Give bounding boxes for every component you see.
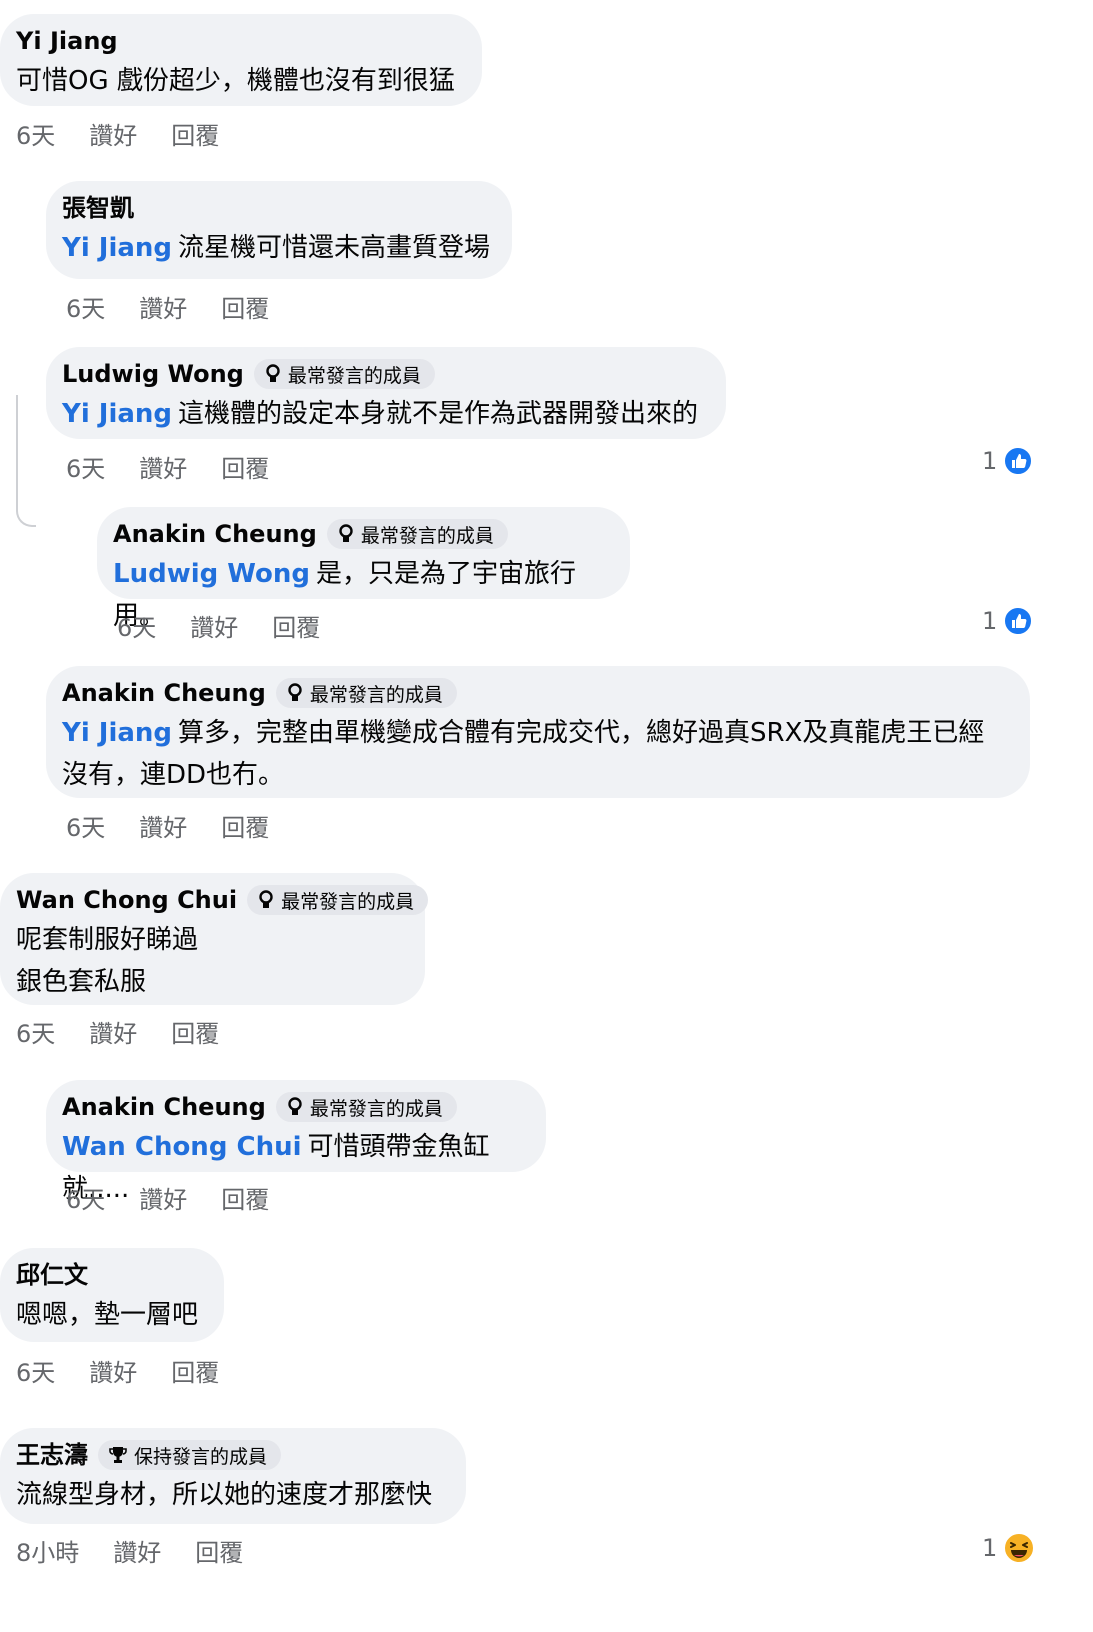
reaction-count: 1	[982, 1534, 998, 1562]
like-button[interactable]: 讚好	[113, 1533, 161, 1573]
comment-author[interactable]: Anakin Cheung	[62, 676, 266, 710]
comment-time[interactable]: 6天	[16, 1014, 55, 1054]
like-button[interactable]: 讚好	[139, 1180, 187, 1220]
comment-actions: 6天 讚好 回覆	[16, 1353, 253, 1393]
thread-connector	[16, 395, 36, 527]
badge-icon	[288, 1097, 302, 1115]
comment-author[interactable]: Yi Jiang	[16, 24, 118, 58]
comment-actions: 6天 讚好 回覆	[16, 1014, 253, 1054]
member-badge[interactable]: 最常發言的成員	[275, 1092, 457, 1122]
comment-text: Yi Jiang 算多，完整由單機變成合體有完成交代，總好過真SRX及真龍虎王已經…	[62, 718, 985, 790]
badge-icon	[259, 890, 273, 908]
comment-author[interactable]: 邱仁文	[16, 1258, 88, 1292]
like-icon	[1003, 446, 1034, 476]
comment-author[interactable]: 王志濤	[16, 1438, 88, 1472]
reply-button[interactable]: 回覆	[171, 1353, 219, 1393]
member-badge[interactable]: 最常發言的成員	[275, 678, 457, 708]
mention-link[interactable]: Yi Jiang	[62, 718, 172, 748]
reply-button[interactable]: 回覆	[221, 449, 269, 489]
trophy-icon	[109, 1447, 127, 1463]
comment-actions: 6天 讚好 回覆	[117, 608, 354, 648]
reply-button[interactable]: 回覆	[272, 608, 320, 648]
badge-icon	[288, 683, 302, 701]
comment-time[interactable]: 6天	[66, 808, 105, 848]
haha-icon	[1003, 1532, 1036, 1564]
comment-time[interactable]: 6天	[16, 1353, 55, 1393]
badge-icon	[266, 364, 280, 382]
member-badge[interactable]: 保持發言的成員	[98, 1440, 282, 1470]
comment-text: 嗯嗯，墊一層吧	[16, 1300, 199, 1330]
comment-bubble: 邱仁文 嗯嗯，墊一層吧	[0, 1248, 224, 1342]
comment-author[interactable]: Anakin Cheung	[62, 1090, 266, 1124]
comment-bubble: 王志濤 保持發言的成員 流線型身材，所以她的速度才那麼快	[0, 1428, 466, 1524]
like-icon	[1003, 606, 1034, 636]
comment-author[interactable]: Anakin Cheung	[113, 517, 317, 551]
mention-link[interactable]: Wan Chong Chui	[62, 1132, 302, 1162]
reaction-summary[interactable]: 1	[982, 606, 1034, 636]
reaction-count: 1	[982, 447, 998, 475]
reaction-summary[interactable]: 1	[982, 446, 1034, 476]
like-button[interactable]: 讚好	[190, 608, 238, 648]
comment-time[interactable]: 6天	[16, 116, 55, 156]
reply-button[interactable]: 回覆	[221, 808, 269, 848]
comment-actions: 6天 讚好 回覆	[66, 808, 303, 848]
comment-actions: 6天 讚好 回覆	[16, 116, 253, 156]
comment-actions: 6天 讚好 回覆	[66, 289, 303, 329]
comment-actions: 6天 讚好 回覆	[66, 449, 303, 489]
reply-bubble: Anakin Cheung 最常發言的成員 Wan Chong Chui 可惜頭帶…	[46, 1080, 546, 1204]
reply-bubble: 張智凱 Yi Jiang 流星機可惜還未高畫質登場	[46, 181, 512, 279]
comment-text: Yi Jiang 這機體的設定本身就不是作為武器開發出來的	[62, 399, 699, 429]
like-button[interactable]: 讚好	[89, 116, 137, 156]
comment-bubble: Wan Chong Chui 最常發言的成員 呢套制服好睇過 銀色套私服	[0, 873, 429, 1005]
reply-button[interactable]: 回覆	[171, 1014, 219, 1054]
reply-button[interactable]: 回覆	[171, 116, 219, 156]
reaction-summary[interactable]: 1	[982, 1532, 1036, 1564]
mention-link[interactable]: Ludwig Wong	[113, 559, 310, 589]
comment-time[interactable]: 6天	[66, 1180, 105, 1220]
mention-link[interactable]: Yi Jiang	[62, 233, 172, 263]
mention-link[interactable]: Yi Jiang	[62, 399, 172, 429]
comment-time[interactable]: 8小時	[16, 1533, 79, 1573]
member-badge[interactable]: 最常發言的成員	[247, 885, 429, 915]
comment-author[interactable]: Ludwig Wong	[62, 357, 244, 391]
comment-actions: 6天 讚好 回覆	[66, 1180, 303, 1220]
comment-text: Yi Jiang 流星機可惜還未高畫質登場	[62, 233, 491, 263]
comment-actions: 8小時 讚好 回覆	[16, 1533, 277, 1573]
reply-bubble: Anakin Cheung 最常發言的成員 Yi Jiang 算多，完整由單機變成…	[46, 666, 1030, 798]
reply-bubble: Ludwig Wong 最常發言的成員 Yi Jiang 這機體的設定本身就不是作…	[46, 347, 726, 439]
comment-time[interactable]: 6天	[117, 608, 156, 648]
comment-text: 流線型身材，所以她的速度才那麼快	[16, 1480, 433, 1510]
comment-bubble: Yi Jiang 可惜OG 戲份超少，機體也沒有到很猛	[0, 14, 482, 106]
comment-text: 呢套制服好睇過 銀色套私服	[16, 925, 199, 997]
comment-author[interactable]: 張智凱	[62, 191, 134, 225]
like-button[interactable]: 讚好	[139, 289, 187, 329]
comment-time[interactable]: 6天	[66, 449, 105, 489]
reaction-count: 1	[982, 607, 998, 635]
like-button[interactable]: 讚好	[139, 808, 187, 848]
reply-button[interactable]: 回覆	[221, 289, 269, 329]
like-button[interactable]: 讚好	[89, 1014, 137, 1054]
reply-button[interactable]: 回覆	[195, 1533, 243, 1573]
like-button[interactable]: 讚好	[89, 1353, 137, 1393]
reply-button[interactable]: 回覆	[221, 1180, 269, 1220]
comment-time[interactable]: 6天	[66, 289, 105, 329]
member-badge[interactable]: 最常發言的成員	[326, 519, 508, 549]
like-button[interactable]: 讚好	[139, 449, 187, 489]
comment-author[interactable]: Wan Chong Chui	[16, 883, 237, 917]
comment-text: 可惜OG 戲份超少，機體也沒有到很猛	[16, 66, 455, 96]
badge-icon	[339, 524, 353, 542]
reply-bubble: Anakin Cheung 最常發言的成員 Ludwig Wong 是，只是為了宇…	[97, 507, 630, 631]
member-badge[interactable]: 最常發言的成員	[253, 359, 435, 389]
